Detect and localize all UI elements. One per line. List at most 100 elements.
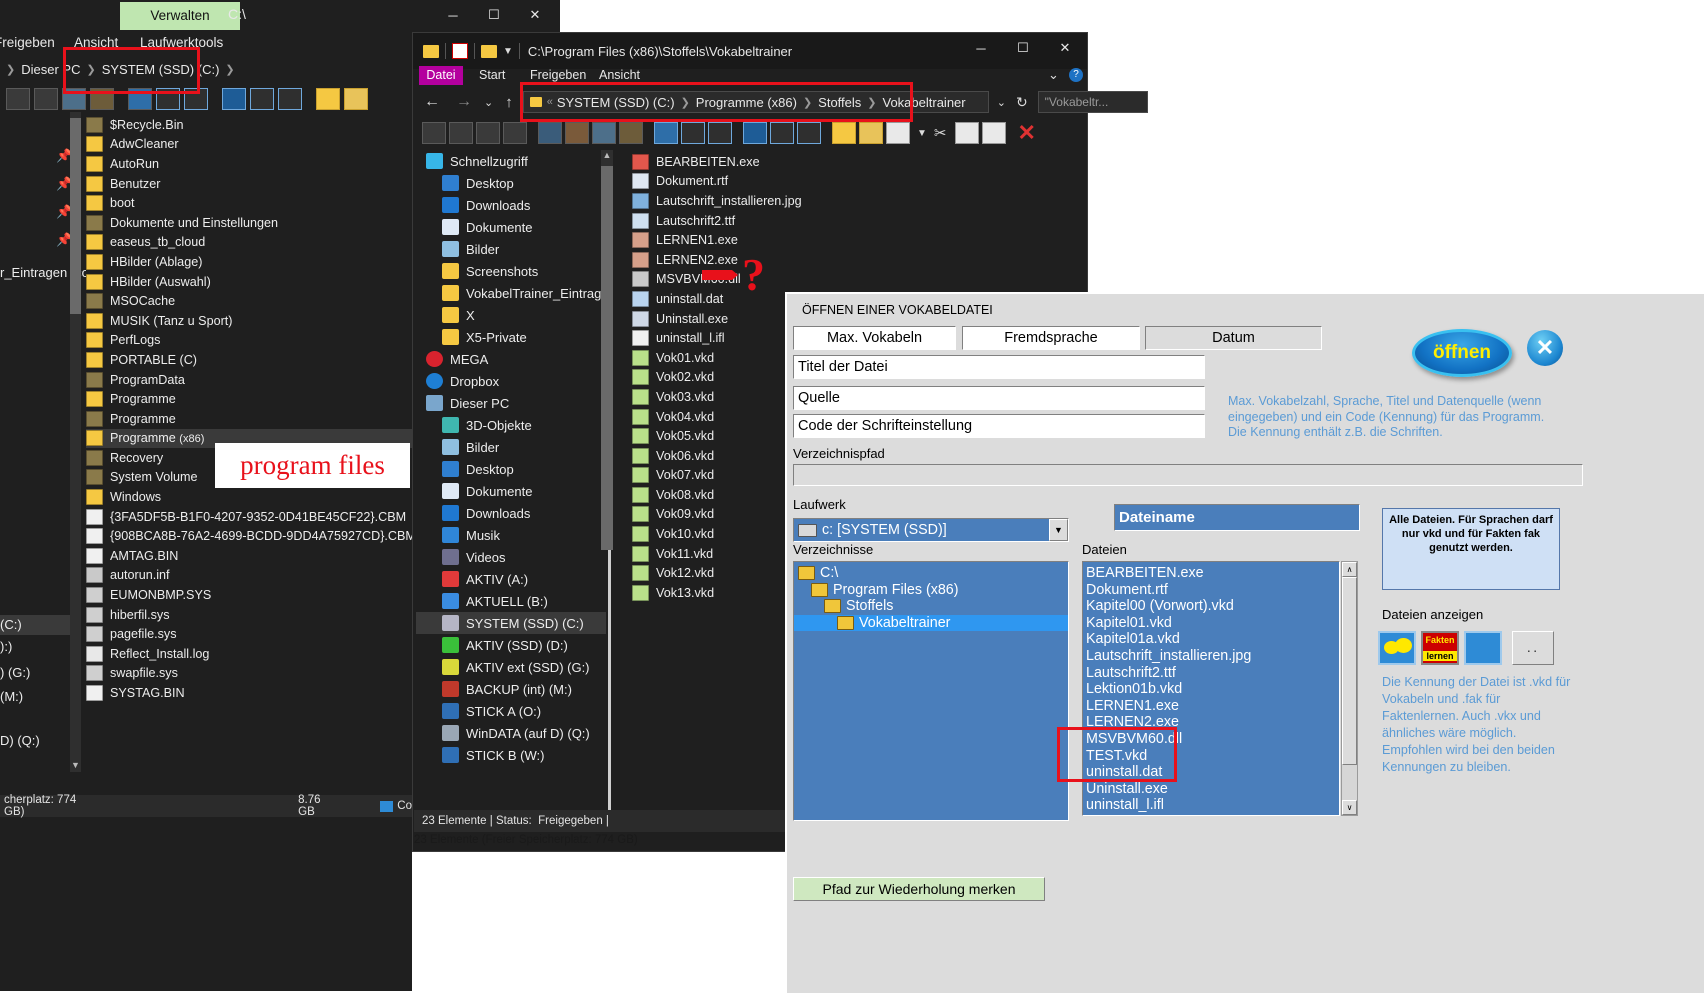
copy-icon[interactable] xyxy=(955,122,980,144)
file-list-item[interactable]: hiberfil.sys xyxy=(86,605,412,625)
dialog-file-item[interactable]: BEARBEITEN.exe xyxy=(1083,565,1339,582)
file-list-item[interactable]: $Recycle.Bin xyxy=(86,115,412,135)
delete-icon[interactable]: ✕ xyxy=(1017,122,1035,144)
nav-item-dokumente[interactable]: Dokumente xyxy=(416,480,606,502)
file-list-item[interactable]: Lautschrift2.ttf xyxy=(632,211,932,231)
pfad-merken-button[interactable]: Pfad zur Wiederholung merken xyxy=(793,877,1045,901)
properties-icon[interactable] xyxy=(886,122,910,144)
nav-partial-label[interactable]: (C:) xyxy=(0,615,70,635)
search-input[interactable]: "Vokabeltr... xyxy=(1037,91,1148,113)
dialog-file-item[interactable]: LERNEN1.exe xyxy=(1083,698,1339,715)
nav-item-dokumente[interactable]: Dokumente xyxy=(416,216,606,238)
quelle-input[interactable]: Quelle xyxy=(793,386,1205,410)
dialog-file-item[interactable]: Lautschrift2.ttf xyxy=(1083,665,1339,682)
view-details-icon[interactable] xyxy=(476,122,500,144)
front-view-toolbar[interactable]: ▼ ✂ ✕ xyxy=(416,120,1090,146)
breadcrumb-stoffels[interactable]: Stoffels xyxy=(818,95,861,110)
layout-preview-pane-icon[interactable] xyxy=(770,122,794,144)
view-image-icon[interactable] xyxy=(619,122,643,144)
datum-field[interactable]: Datum xyxy=(1145,326,1322,350)
dialog-file-item[interactable]: Dokument.rtf xyxy=(1083,582,1339,599)
background-nav-scroll-thumb[interactable] xyxy=(70,118,81,314)
dialog-file-item[interactable]: TEST.vkd xyxy=(1083,748,1339,765)
paste-icon[interactable] xyxy=(982,122,1007,144)
file-list-item[interactable]: ProgramData xyxy=(86,370,412,390)
file-list-item[interactable]: Dokument.rtf xyxy=(632,172,932,192)
view-medium-icons-icon[interactable] xyxy=(156,88,180,110)
layout-content-icon[interactable] xyxy=(278,88,302,110)
new-folder-icon[interactable] xyxy=(316,88,340,110)
file-list-item[interactable]: LERNEN2.exe xyxy=(632,250,932,270)
fakten-lernen-icon[interactable]: Fakten lernen xyxy=(1421,631,1459,665)
file-list-item[interactable]: pagefile.sys xyxy=(86,624,412,644)
background-file-list[interactable]: $Recycle.Bin AdwCleaner AutoRun Benutzer boo… xyxy=(86,115,412,765)
nav-item-mega[interactable]: MEGA xyxy=(416,348,606,370)
file-list-item[interactable]: Reflect_Install.log xyxy=(86,644,412,664)
scroll-up-button[interactable]: ∧ xyxy=(1342,562,1357,577)
file-list-item[interactable]: PerfLogs xyxy=(86,331,412,351)
dialog-file-item[interactable]: uninstall_l.ifl xyxy=(1083,797,1339,814)
nav-item-schnellzugriff[interactable]: Schnellzugriff xyxy=(416,150,606,172)
breadcrumb-system-ssd[interactable]: SYSTEM (SSD) (C:) xyxy=(102,62,220,77)
view-large-icons-icon[interactable] xyxy=(128,88,152,110)
fremdsprache-field[interactable]: Fremdsprache xyxy=(962,326,1140,350)
dateien-listbox[interactable]: BEARBEITEN.exe Dokument.rtf Kapitel00 (Vor… xyxy=(1082,561,1340,816)
file-list-item[interactable]: AMTAG.BIN xyxy=(86,546,412,566)
file-list-item[interactable]: AdwCleaner xyxy=(86,135,412,155)
breadcrumb-system-ssd[interactable]: SYSTEM (SSD) (C:) xyxy=(557,95,675,110)
file-list-item[interactable]: {908BCA8B-76A2-4699-BCDD-9DD4A75927CD}.C… xyxy=(86,526,412,546)
file-list-item[interactable]: LERNEN1.exe xyxy=(632,230,932,250)
directory-item[interactable]: Vokabeltrainer xyxy=(794,614,1068,632)
refresh-icon[interactable]: ↻ xyxy=(1016,94,1028,111)
front-scroll-up-icon[interactable]: ▲ xyxy=(601,150,613,164)
file-list-item[interactable]: BEARBEITEN.exe xyxy=(632,152,932,172)
view-large-icons-icon[interactable] xyxy=(565,122,589,144)
directory-item[interactable]: C:\ xyxy=(794,565,1068,582)
nav-partial-label[interactable]: ):) xyxy=(0,639,12,654)
file-list-item[interactable]: MUSIK (Tanz u Sport) xyxy=(86,311,412,331)
dialog-file-item[interactable]: Kapitel01a.vkd xyxy=(1083,631,1339,648)
file-list-item[interactable]: MSOCache xyxy=(86,291,412,311)
dateien-scrollbar[interactable]: ∧ ∨ xyxy=(1341,561,1358,816)
file-list-item[interactable]: Windows xyxy=(86,487,412,507)
view-tiles-icon[interactable] xyxy=(6,88,30,110)
laufwerk-combobox[interactable]: c: [SYSTEM (SSD)] ▼ xyxy=(793,518,1069,542)
layout-nav-pane-icon[interactable] xyxy=(743,122,767,144)
ribbon-expand-icon[interactable]: ⌄ xyxy=(1048,67,1059,83)
view-tiles-icon[interactable] xyxy=(503,122,527,144)
file-list-item[interactable]: {3FA5DF5B-B1F0-4207-9352-0D41BE45CF22}.C… xyxy=(86,507,412,527)
nav-item-aktiv-ext-ssd-g[interactable]: AKTIV ext (SSD) (G:) xyxy=(416,656,606,678)
nav-item-downloads[interactable]: Downloads xyxy=(416,502,606,524)
breadcrumb-dropdown-icon[interactable]: ⌄ xyxy=(997,96,1006,109)
file-list-item[interactable]: Programme xyxy=(86,409,412,429)
close-dialog-button[interactable]: ✕ xyxy=(1527,330,1563,366)
breadcrumb-vokabeltrainer[interactable]: Vokabeltrainer xyxy=(883,95,966,110)
chevron-down-icon[interactable]: ▼ xyxy=(1049,519,1068,541)
file-list-item[interactable]: EUMONBMP.SYS xyxy=(86,585,412,605)
quick-access-dropdown-icon[interactable]: ▼ xyxy=(503,46,513,57)
verzeichnisse-listbox[interactable]: C:\ Program Files (x86) Stoffels Vokabeltra… xyxy=(793,561,1069,821)
background-breadcrumb[interactable]: ❯ Dieser PC ❯ SYSTEM (SSD) (C:) ❯ xyxy=(0,58,412,80)
dotted-icon[interactable]: ․․ xyxy=(1512,631,1554,665)
background-tab-laufwerktools[interactable]: Laufwerktools xyxy=(128,30,235,56)
nav-item-stick-b-w[interactable]: STICK B (W:) xyxy=(416,744,606,766)
nav-item-3d-objekte[interactable]: 3D-Objekte xyxy=(416,414,606,436)
nav-recent-icon[interactable]: ⌄ xyxy=(484,96,493,109)
nav-item-windata-auf-d-q[interactable]: WinDATA (auf D) (Q:) xyxy=(416,722,606,744)
front-minimize-button[interactable]: ─ xyxy=(958,33,1004,63)
dialog-file-item[interactable]: Lektion01b.vkd xyxy=(1083,681,1339,698)
tab-verwalten[interactable]: Verwalten xyxy=(120,2,240,30)
nav-item-x5-private[interactable]: X5-Private xyxy=(416,326,606,348)
file-list-item[interactable]: swapfile.sys xyxy=(86,664,412,684)
file-list-item[interactable]: autorun.inf xyxy=(86,566,412,586)
view-list-icon[interactable] xyxy=(449,122,473,144)
file-list-item[interactable]: Lautschrift_installieren.jpg xyxy=(632,191,932,211)
nav-item-dropbox[interactable]: Dropbox xyxy=(416,370,606,392)
file-list-item[interactable]: easeus_tb_cloud xyxy=(86,233,412,253)
code-der-schrifteinstellung-input[interactable]: Code der Schrifteinstellung xyxy=(793,414,1205,438)
file-list-item[interactable]: boot xyxy=(86,193,412,213)
file-list-item[interactable]: HBilder (Ablage) xyxy=(86,252,412,272)
file-list-item[interactable]: Dokumente und Einstellungen xyxy=(86,213,412,233)
layout-preview-icon[interactable] xyxy=(250,88,274,110)
layout-detail-icon[interactable] xyxy=(222,88,246,110)
